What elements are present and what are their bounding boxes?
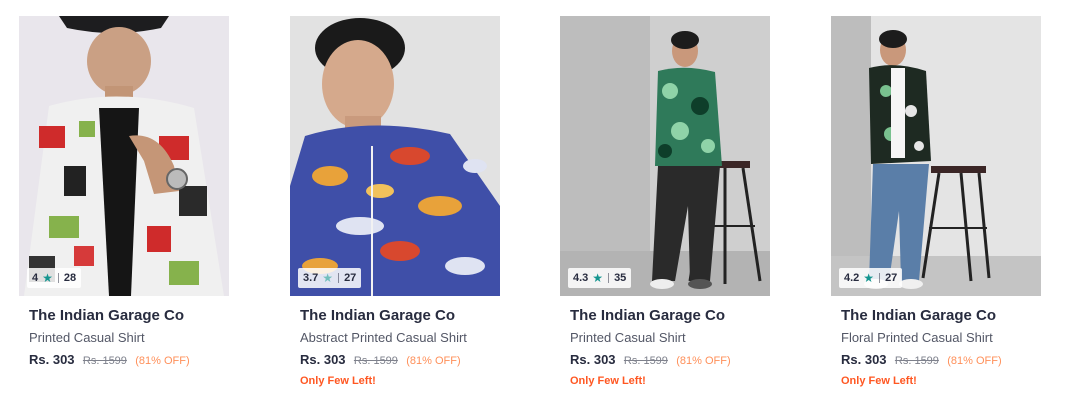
product-image[interactable]: 4 ★ 28 (19, 16, 229, 296)
product-image[interactable]: 4.2 ★ 27 (831, 16, 1041, 296)
rating-badge: 4.3 ★ 35 (568, 268, 632, 288)
product-name: Floral Printed Casual Shirt (841, 330, 993, 345)
price-row: Rs. 303 Rs. 1599 (81% OFF) (300, 352, 500, 369)
rating-divider (879, 273, 881, 283)
product-name: Abstract Printed Casual Shirt (300, 330, 467, 345)
rating-count: 27 (344, 272, 357, 284)
product-brand: The Indian Garage Co (841, 307, 997, 324)
product-card[interactable]: 4 ★ 28 The Indian Garage Co Printed Casu… (19, 16, 229, 396)
star-icon: ★ (863, 271, 875, 285)
discounted-price: Rs. 303 (570, 352, 616, 367)
rating-divider (57, 273, 59, 283)
product-brand: The Indian Garage Co (29, 307, 185, 324)
discounted-price: Rs. 303 (300, 352, 346, 367)
product-info: The Indian Garage Co Printed Casual Shir… (560, 307, 770, 387)
product-info: The Indian Garage Co Printed Casual Shir… (19, 307, 229, 369)
discount-percent: (81% OFF) (676, 355, 731, 367)
discounted-price: Rs. 303 (29, 352, 75, 367)
price-row: Rs. 303 Rs. 1599 (81% OFF) (841, 352, 1041, 369)
product-image[interactable]: 3.7 ★ 27 (290, 16, 500, 296)
star-icon: ★ (42, 271, 53, 285)
original-price: Rs. 1599 (353, 355, 398, 367)
rating-count: 28 (63, 272, 77, 284)
product-brand: The Indian Garage Co (300, 307, 456, 324)
product-grid: 4 ★ 28 The Indian Garage Co Printed Casu… (0, 0, 1065, 401)
discount-percent: (81% OFF) (406, 355, 461, 367)
stock-note: Only Few Left! (300, 375, 376, 387)
product-info: The Indian Garage Co Abstract Printed Ca… (290, 307, 500, 387)
product-brand: The Indian Garage Co (570, 307, 726, 324)
original-price: Rs. 1599 (623, 355, 668, 367)
rating-value: 4.2 (844, 272, 860, 284)
product-name: Printed Casual Shirt (29, 330, 145, 345)
rating-divider (338, 273, 340, 283)
rating-value: 4 (32, 272, 39, 284)
discount-percent: (81% OFF) (135, 355, 190, 367)
star-icon: ★ (322, 271, 334, 285)
original-price: Rs. 1599 (82, 355, 127, 367)
discount-percent: (81% OFF) (947, 355, 1002, 367)
rating-count: 35 (614, 272, 627, 284)
stock-note: Only Few Left! (570, 375, 646, 387)
rating-divider (608, 273, 610, 283)
product-card[interactable]: 3.7 ★ 27 The Indian Garage Co Abstract P… (290, 16, 500, 396)
discounted-price: Rs. 303 (841, 352, 887, 367)
product-info: The Indian Garage Co Floral Printed Casu… (831, 307, 1041, 387)
rating-value: 3.7 (303, 272, 319, 284)
product-name: Printed Casual Shirt (570, 330, 686, 345)
price-row: Rs. 303 Rs. 1599 (81% OFF) (570, 352, 770, 369)
product-card[interactable]: 4.3 ★ 35 The Indian Garage Co Printed Ca… (560, 16, 770, 396)
star-icon: ★ (592, 271, 604, 285)
price-row: Rs. 303 Rs. 1599 (81% OFF) (29, 352, 229, 369)
rating-badge: 3.7 ★ 27 (298, 268, 362, 288)
product-image[interactable]: 4.3 ★ 35 (560, 16, 770, 296)
stock-note: Only Few Left! (841, 375, 917, 387)
rating-badge: 4 ★ 28 (27, 268, 82, 288)
rating-badge: 4.2 ★ 27 (839, 268, 903, 288)
rating-value: 4.3 (573, 272, 589, 284)
rating-count: 27 (885, 272, 898, 284)
original-price: Rs. 1599 (894, 355, 939, 367)
product-card[interactable]: 4.2 ★ 27 The Indian Garage Co Floral Pri… (831, 16, 1041, 396)
